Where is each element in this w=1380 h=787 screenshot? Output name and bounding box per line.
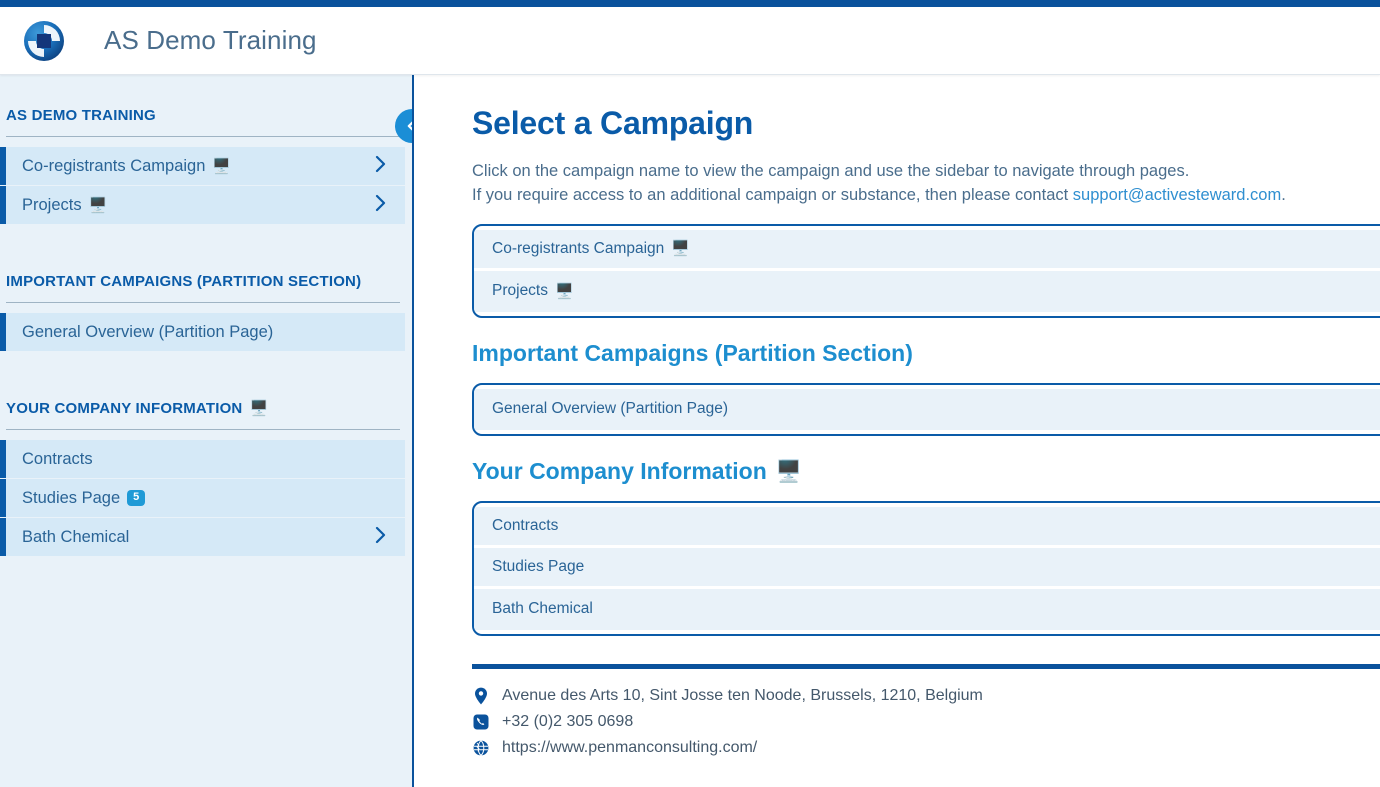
sidebar-section-heading-label: IMPORTANT CAMPAIGNS (PARTITION SECTION) [6, 273, 362, 290]
chevron-right-icon [373, 155, 389, 178]
top-accent-strip [0, 0, 1380, 7]
section-heading-label: Your Company Information [472, 457, 767, 484]
sidebar-section-as-demo-training: AS DEMO TRAINING Co-registrants Campaign… [0, 75, 412, 224]
sidebar-item-general-overview[interactable]: General Overview (Partition Page) [0, 313, 405, 351]
list-item-text: Bath Chemical [492, 600, 593, 618]
sidebar-item-contracts[interactable]: Contracts [0, 440, 405, 478]
support-email-link[interactable]: support@activesteward.com [1073, 186, 1281, 204]
body-split: AS DEMO TRAINING Co-registrants Campaign… [0, 75, 1380, 787]
sidebar-section-heading-label: YOUR COMPANY INFORMATION [6, 400, 243, 417]
page-title: AS Demo Training [104, 25, 317, 55]
section-heading-your-company-information: Your Company Information 🖥️ [472, 458, 1380, 485]
chevron-left-icon [407, 121, 412, 131]
sidebar-item-text: Projects [22, 195, 82, 214]
sidebar-section-heading: YOUR COMPANY INFORMATION 🖥️ [0, 400, 412, 417]
footer-divider [472, 663, 1380, 669]
sidebar-item-projects[interactable]: Projects 🖥️ [0, 186, 405, 224]
sidebar-divider [6, 429, 400, 430]
sidebar-item-label: Projects 🖥️ [22, 196, 107, 215]
company-info-list-box: Contracts Studies Page Bath Chemical [472, 500, 1380, 636]
list-item-contracts[interactable]: Contracts [474, 506, 1380, 548]
sidebar: AS DEMO TRAINING Co-registrants Campaign… [0, 75, 414, 787]
map-pin-icon [472, 687, 490, 705]
app-header: AS Demo Training [0, 7, 1380, 75]
sidebar-item-co-registrants-campaign[interactable]: Co-registrants Campaign 🖥️ [0, 147, 405, 185]
page-footer: Avenue des Arts 10, Sint Josse ten Noode… [472, 663, 1380, 757]
list-item-label: Contracts [492, 517, 558, 535]
monitor-icon: 🖥️ [671, 240, 690, 258]
footer-website-text: https://www.penmanconsulting.com/ [502, 738, 758, 756]
monitor-icon: 🖥️ [212, 157, 232, 175]
sidebar-divider [6, 302, 400, 303]
content-page-title: Select a Campaign [472, 105, 754, 141]
list-item-label: Projects 🖥️ [492, 282, 574, 300]
intro-suffix: . [1281, 185, 1286, 204]
footer-phone-row: +32 (0)2 305 0698 [472, 713, 1380, 731]
sidebar-item-label: Contracts [22, 450, 93, 469]
section-heading-important-campaigns: Important Campaigns (Partition Section) [472, 340, 1380, 367]
chevron-right-icon [373, 194, 389, 217]
sidebar-item-label: Bath Chemical [22, 528, 129, 547]
footer-website-row: https://www.penmanconsulting.com/ [472, 739, 1380, 757]
sidebar-item-label: Studies Page 5 [22, 488, 146, 508]
monitor-icon: 🖥️ [88, 196, 108, 214]
list-item-co-registrants-campaign[interactable]: Co-registrants Campaign 🖥️ [474, 229, 1380, 271]
status-badge: 5 [127, 490, 146, 506]
intro-text-line-1: Click on the campaign name to view the c… [472, 162, 1190, 180]
sidebar-section-important-campaigns: IMPORTANT CAMPAIGNS (PARTITION SECTION) … [0, 225, 412, 351]
list-item-general-overview[interactable]: General Overview (Partition Page) [474, 388, 1380, 430]
monitor-icon: 🖥️ [249, 400, 269, 417]
sidebar-item-bath-chemical[interactable]: Bath Chemical [0, 518, 405, 556]
active-steward-logo-icon [22, 19, 66, 63]
sidebar-item-text: Studies Page [22, 488, 121, 507]
sidebar-section-your-company-information: YOUR COMPANY INFORMATION 🖥️ Contracts St… [0, 352, 412, 556]
phone-icon [472, 714, 490, 730]
sidebar-item-studies-page[interactable]: Studies Page 5 [0, 479, 405, 517]
sidebar-item-label: Co-registrants Campaign 🖥️ [22, 157, 231, 176]
main-content: Select a Campaign Click on the campaign … [414, 75, 1380, 787]
sidebar-section-heading-label: AS DEMO TRAINING [6, 107, 156, 124]
intro-prefix: If you require access to an additional c… [472, 185, 1073, 204]
sidebar-item-text: General Overview (Partition Page) [22, 322, 274, 341]
footer-address-row: Avenue des Arts 10, Sint Josse ten Noode… [472, 687, 1380, 705]
sidebar-divider [6, 136, 400, 137]
monitor-icon: 🖥️ [775, 459, 802, 483]
list-item-label: Co-registrants Campaign 🖥️ [492, 240, 690, 258]
footer-phone-text: +32 (0)2 305 0698 [502, 712, 634, 730]
list-item-projects[interactable]: Projects 🖥️ [474, 270, 1380, 312]
sidebar-item-label: General Overview (Partition Page) [22, 323, 273, 342]
globe-icon [472, 739, 490, 756]
section-heading-label: Important Campaigns (Partition Section) [472, 339, 913, 366]
sidebar-section-heading: IMPORTANT CAMPAIGNS (PARTITION SECTION) [0, 273, 412, 290]
list-item-label: General Overview (Partition Page) [492, 400, 728, 418]
footer-address-text: Avenue des Arts 10, Sint Josse ten Noode… [502, 686, 983, 704]
chevron-right-icon [373, 526, 389, 549]
list-item-label: Bath Chemical [492, 600, 593, 618]
sidebar-section-heading: AS DEMO TRAINING [0, 107, 412, 124]
list-item-label: Studies Page [492, 558, 584, 576]
list-item-text: Contracts [492, 516, 559, 534]
campaign-list-box: Co-registrants Campaign 🖥️ Projects 🖥️ [472, 223, 1380, 318]
list-item-text: General Overview (Partition Page) [492, 400, 729, 418]
list-item-text: Co-registrants Campaign [492, 239, 665, 257]
list-item-text: Studies Page [492, 557, 585, 575]
list-item-studies-page[interactable]: Studies Page [474, 547, 1380, 589]
intro-text-line-2: If you require access to an additional c… [472, 184, 1380, 208]
monitor-icon: 🖥️ [555, 282, 574, 300]
list-item-bath-chemical[interactable]: Bath Chemical [474, 588, 1380, 630]
partition-list-box: General Overview (Partition Page) [472, 382, 1380, 436]
sidebar-item-text: Contracts [22, 449, 93, 468]
sidebar-item-text: Co-registrants Campaign [22, 156, 206, 175]
list-item-text: Projects [492, 282, 548, 300]
sidebar-item-text: Bath Chemical [22, 527, 130, 546]
